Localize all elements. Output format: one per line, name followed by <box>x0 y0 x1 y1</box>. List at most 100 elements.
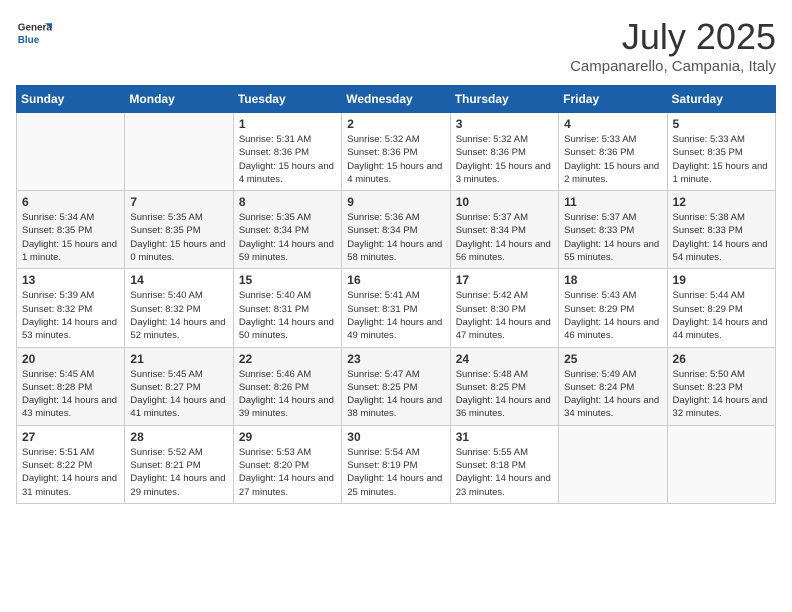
day-number: 21 <box>130 352 227 366</box>
calendar-cell: 18 Sunrise: 5:43 AM Sunset: 8:29 PM Dayli… <box>559 269 667 347</box>
day-info: Sunrise: 5:39 AM Sunset: 8:32 PM Dayligh… <box>22 289 119 342</box>
day-header-thursday: Thursday <box>450 86 558 113</box>
calendar-header: SundayMondayTuesdayWednesdayThursdayFrid… <box>17 86 776 113</box>
day-header-wednesday: Wednesday <box>342 86 450 113</box>
day-info: Sunrise: 5:34 AM Sunset: 8:35 PM Dayligh… <box>22 211 119 264</box>
day-number: 23 <box>347 352 444 366</box>
calendar-cell: 29Sunrise: 5:53 AM Sunset: 8:20 PM Dayli… <box>233 425 341 503</box>
day-number: 14 <box>130 273 227 287</box>
day-number: 7 <box>130 195 227 209</box>
day-number: 1 <box>239 117 336 131</box>
day-info: Sunrise: 5:46 AM Sunset: 8:26 PM Dayligh… <box>239 368 336 421</box>
day-number: 18 <box>564 273 661 287</box>
week-row-5: 27 Sunrise: 5:51 AM Sunset: 8:22 PM Dayli… <box>17 425 776 503</box>
day-header-sunday: Sunday <box>17 86 125 113</box>
calendar-cell: 31 Sunrise: 5:55 AM Sunset: 8:18 PM Dayli… <box>450 425 558 503</box>
calendar-cell: 4 Sunrise: 5:33 AM Sunset: 8:36 PM Daylig… <box>559 113 667 191</box>
day-info: Sunrise: 5:32 AM Sunset: 8:36 PM Dayligh… <box>347 133 444 186</box>
day-number: 13 <box>22 273 119 287</box>
day-number: 24 <box>456 352 553 366</box>
calendar-cell: 2Sunrise: 5:32 AM Sunset: 8:36 PM Daylig… <box>342 113 450 191</box>
calendar-cell: 10 Sunrise: 5:37 AM Sunset: 8:34 PM Dayli… <box>450 191 558 269</box>
day-number: 25 <box>564 352 661 366</box>
day-number: 28 <box>130 430 227 444</box>
day-info: Sunrise: 5:36 AM Sunset: 8:34 PM Dayligh… <box>347 211 444 264</box>
day-number: 31 <box>456 430 553 444</box>
title-area: July 2025 Campanarello, Campania, Italy <box>570 16 776 75</box>
calendar-cell: 27 Sunrise: 5:51 AM Sunset: 8:22 PM Dayli… <box>17 425 125 503</box>
day-number: 3 <box>456 117 553 131</box>
day-info: Sunrise: 5:37 AM Sunset: 8:33 PM Dayligh… <box>564 211 661 264</box>
calendar-cell: 22 Sunrise: 5:46 AM Sunset: 8:26 PM Dayli… <box>233 347 341 425</box>
calendar-table: SundayMondayTuesdayWednesdayThursdayFrid… <box>16 85 776 504</box>
calendar-cell: 3Sunrise: 5:32 AM Sunset: 8:36 PM Daylig… <box>450 113 558 191</box>
day-info: Sunrise: 5:44 AM Sunset: 8:29 PM Dayligh… <box>673 289 770 342</box>
calendar-cell: 1Sunrise: 5:31 AM Sunset: 8:36 PM Daylig… <box>233 113 341 191</box>
day-number: 16 <box>347 273 444 287</box>
day-info: Sunrise: 5:45 AM Sunset: 8:28 PM Dayligh… <box>22 368 119 421</box>
day-number: 8 <box>239 195 336 209</box>
day-number: 6 <box>22 195 119 209</box>
calendar-cell: 17 Sunrise: 5:42 AM Sunset: 8:30 PM Dayli… <box>450 269 558 347</box>
day-info: Sunrise: 5:40 AM Sunset: 8:31 PM Dayligh… <box>239 289 336 342</box>
calendar-cell: 23 Sunrise: 5:47 AM Sunset: 8:25 PM Dayli… <box>342 347 450 425</box>
week-row-4: 20 Sunrise: 5:45 AM Sunset: 8:28 PM Dayli… <box>17 347 776 425</box>
month-year-title: July 2025 <box>570 16 776 58</box>
calendar-cell: 11 Sunrise: 5:37 AM Sunset: 8:33 PM Dayli… <box>559 191 667 269</box>
day-info: Sunrise: 5:43 AM Sunset: 8:29 PM Dayligh… <box>564 289 661 342</box>
calendar-cell: 8Sunrise: 5:35 AM Sunset: 8:34 PM Daylig… <box>233 191 341 269</box>
day-info: Sunrise: 5:51 AM Sunset: 8:22 PM Dayligh… <box>22 446 119 499</box>
day-number: 29 <box>239 430 336 444</box>
day-number: 4 <box>564 117 661 131</box>
day-info: Sunrise: 5:45 AM Sunset: 8:27 PM Dayligh… <box>130 368 227 421</box>
calendar-cell <box>667 425 775 503</box>
calendar-cell: 14Sunrise: 5:40 AM Sunset: 8:32 PM Dayli… <box>125 269 233 347</box>
calendar-cell: 30 Sunrise: 5:54 AM Sunset: 8:19 PM Dayli… <box>342 425 450 503</box>
day-number: 26 <box>673 352 770 366</box>
calendar-cell: 24 Sunrise: 5:48 AM Sunset: 8:25 PM Dayli… <box>450 347 558 425</box>
week-row-1: 1Sunrise: 5:31 AM Sunset: 8:36 PM Daylig… <box>17 113 776 191</box>
week-row-3: 13 Sunrise: 5:39 AM Sunset: 8:32 PM Dayli… <box>17 269 776 347</box>
day-number: 27 <box>22 430 119 444</box>
day-number: 15 <box>239 273 336 287</box>
calendar-cell: 15 Sunrise: 5:40 AM Sunset: 8:31 PM Dayli… <box>233 269 341 347</box>
days-of-week-row: SundayMondayTuesdayWednesdayThursdayFrid… <box>17 86 776 113</box>
calendar-cell: 6 Sunrise: 5:34 AM Sunset: 8:35 PM Daylig… <box>17 191 125 269</box>
calendar-cell: 21 Sunrise: 5:45 AM Sunset: 8:27 PM Dayli… <box>125 347 233 425</box>
day-number: 10 <box>456 195 553 209</box>
calendar-cell: 9Sunrise: 5:36 AM Sunset: 8:34 PM Daylig… <box>342 191 450 269</box>
day-info: Sunrise: 5:33 AM Sunset: 8:35 PM Dayligh… <box>673 133 770 186</box>
day-info: Sunrise: 5:47 AM Sunset: 8:25 PM Dayligh… <box>347 368 444 421</box>
location-subtitle: Campanarello, Campania, Italy <box>570 58 776 75</box>
day-info: Sunrise: 5:42 AM Sunset: 8:30 PM Dayligh… <box>456 289 553 342</box>
day-number: 5 <box>673 117 770 131</box>
calendar-cell: 13 Sunrise: 5:39 AM Sunset: 8:32 PM Dayli… <box>17 269 125 347</box>
header: General Blue July 2025 Campanarello, Cam… <box>16 16 776 75</box>
day-number: 11 <box>564 195 661 209</box>
calendar-cell: 19 Sunrise: 5:44 AM Sunset: 8:29 PM Dayli… <box>667 269 775 347</box>
day-number: 19 <box>673 273 770 287</box>
day-info: Sunrise: 5:48 AM Sunset: 8:25 PM Dayligh… <box>456 368 553 421</box>
svg-text:Blue: Blue <box>18 35 40 46</box>
day-number: 17 <box>456 273 553 287</box>
day-number: 22 <box>239 352 336 366</box>
day-info: Sunrise: 5:55 AM Sunset: 8:18 PM Dayligh… <box>456 446 553 499</box>
day-info: Sunrise: 5:37 AM Sunset: 8:34 PM Dayligh… <box>456 211 553 264</box>
day-info: Sunrise: 5:54 AM Sunset: 8:19 PM Dayligh… <box>347 446 444 499</box>
day-number: 30 <box>347 430 444 444</box>
calendar-cell: 12 Sunrise: 5:38 AM Sunset: 8:33 PM Dayli… <box>667 191 775 269</box>
day-info: Sunrise: 5:52 AM Sunset: 8:21 PM Dayligh… <box>130 446 227 499</box>
day-info: Sunrise: 5:50 AM Sunset: 8:23 PM Dayligh… <box>673 368 770 421</box>
calendar-cell: 16 Sunrise: 5:41 AM Sunset: 8:31 PM Dayli… <box>342 269 450 347</box>
day-info: Sunrise: 5:33 AM Sunset: 8:36 PM Dayligh… <box>564 133 661 186</box>
logo-icon: General Blue <box>16 16 52 52</box>
day-info: Sunrise: 5:38 AM Sunset: 8:33 PM Dayligh… <box>673 211 770 264</box>
calendar-cell <box>125 113 233 191</box>
day-number: 20 <box>22 352 119 366</box>
day-info: Sunrise: 5:35 AM Sunset: 8:35 PM Dayligh… <box>130 211 227 264</box>
day-number: 12 <box>673 195 770 209</box>
calendar-cell: 20 Sunrise: 5:45 AM Sunset: 8:28 PM Dayli… <box>17 347 125 425</box>
calendar-cell: 5 Sunrise: 5:33 AM Sunset: 8:35 PM Daylig… <box>667 113 775 191</box>
day-info: Sunrise: 5:41 AM Sunset: 8:31 PM Dayligh… <box>347 289 444 342</box>
calendar-cell: 7 Sunrise: 5:35 AM Sunset: 8:35 PM Daylig… <box>125 191 233 269</box>
